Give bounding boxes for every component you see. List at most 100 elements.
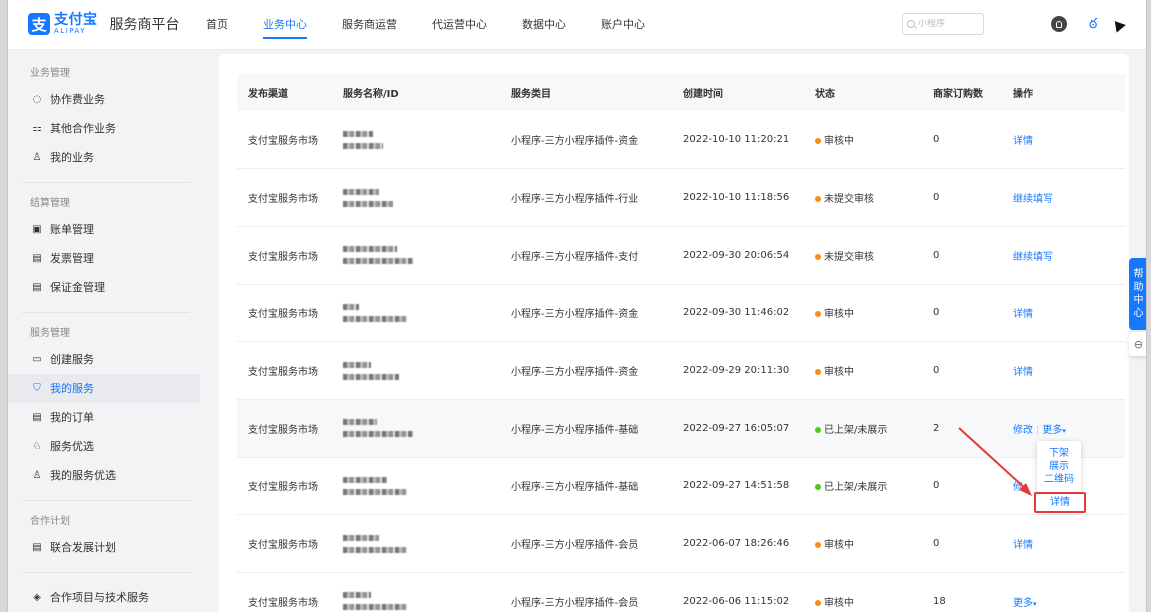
sidebar-item[interactable]: ♙ 我的业务 <box>8 143 200 172</box>
sidebar-item[interactable]: ▭ 创建服务 <box>8 345 200 374</box>
nav-item-0[interactable]: 首页 <box>206 0 228 50</box>
sidebar-item[interactable]: ◌ 协作费业务 <box>8 85 200 114</box>
channel-text: 支付宝服务市场 <box>248 482 318 494</box>
sidebar-item[interactable]: ⛉ 我的服务 <box>8 374 200 403</box>
sidebar-group-title: 业务管理 <box>30 68 70 79</box>
avatar-icon[interactable]: ఠ <box>1089 15 1109 33</box>
action-link[interactable]: 详情 <box>1013 540 1033 551</box>
sidebar-item[interactable]: ♙ 我的服务优选 <box>8 461 200 490</box>
cell-actions: 更多▾ <box>1002 572 1125 612</box>
cell-actions: 详情 <box>1002 111 1125 170</box>
status-dot-icon <box>815 542 821 549</box>
created-time: 2022-06-06 11:15:02 <box>683 595 790 607</box>
status-text: 未提交审核 <box>824 194 874 206</box>
nav-item-1[interactable]: 业务中心 <box>263 0 307 50</box>
cell-status: 未提交审核 <box>804 168 922 227</box>
category-text: 小程序-三方小程序插件-会员 <box>511 540 639 552</box>
help-center-button[interactable]: 帮助中心 <box>1129 258 1146 330</box>
sidebar-divider <box>22 500 190 501</box>
channel-text: 支付宝服务市场 <box>248 136 318 148</box>
column-header: 发布渠道 <box>237 74 332 111</box>
sidebar-item[interactable]: ▤ 保证金管理 <box>8 273 200 302</box>
sidebar-item-icon: ▤ <box>32 542 42 553</box>
services-table: 发布渠道 服务名称/ID 服务类目 创建时间 状态 商家订购数 操作 支付宝服务市场 小程序-… <box>237 74 1125 612</box>
cell-status: 审核中 <box>804 572 922 612</box>
help-secondary-icon[interactable]: ⊖ <box>1129 332 1146 356</box>
cell-service-name <box>332 226 500 285</box>
created-time: 2022-06-07 18:26:46 <box>683 538 790 550</box>
dropdown-item[interactable]: 下架 <box>1037 447 1081 460</box>
action-link[interactable]: 更多 <box>1013 598 1033 609</box>
sidebar-item[interactable]: ▤ 我的订单 <box>8 403 200 432</box>
sidebar-item[interactable]: ▣ 账单管理 <box>8 215 200 244</box>
nav-item-2[interactable]: 服务商运营 <box>342 0 397 50</box>
sidebar-item-label: 创建服务 <box>50 353 94 366</box>
action-link[interactable]: 更多 <box>1042 425 1062 436</box>
sidebar-divider <box>22 312 190 313</box>
channel-text: 支付宝服务市场 <box>248 597 318 609</box>
cell-actions: 继续填写 <box>1002 168 1125 227</box>
cell-category: 小程序-三方小程序插件-资金 <box>500 341 672 400</box>
search-input[interactable] <box>918 19 982 29</box>
created-time: 2022-09-27 14:51:58 <box>683 480 790 492</box>
nav-item-3[interactable]: 代运营中心 <box>432 0 487 50</box>
dropdown-item-detail[interactable]: 详情 <box>1034 492 1086 513</box>
sidebar-item-label: 合作项目与技术服务 <box>50 591 149 604</box>
action-link[interactable]: 修 <box>1013 482 1023 493</box>
chevron-down-icon[interactable]: ▾ <box>1033 600 1037 608</box>
dropdown-item[interactable]: 展示 <box>1037 460 1081 473</box>
cell-service-name <box>332 111 500 170</box>
action-separator: | <box>1036 424 1040 436</box>
sidebar-item[interactable]: ▤ 联合发展计划 <box>8 533 200 562</box>
sidebar-item[interactable]: ▤ 发票管理 <box>8 244 200 273</box>
sidebar-item-label: 我的订单 <box>50 411 94 424</box>
services-card: 发布渠道 服务名称/ID 服务类目 创建时间 状态 商家订购数 操作 支付宝服务市场 小程序-… <box>219 54 1129 612</box>
action-link[interactable]: 详情 <box>1013 309 1033 320</box>
cell-service-name <box>332 572 500 612</box>
action-link[interactable]: 继续填写 <box>1013 194 1053 205</box>
action-link[interactable]: 详情 <box>1013 136 1033 147</box>
notification-icon[interactable] <box>1051 16 1067 32</box>
table-row: 支付宝服务市场 小程序-三方小程序插件-基础 2022-09-27 16:05:07… <box>237 399 1125 458</box>
help-char: 心 <box>1133 308 1144 319</box>
cell-created: 2022-09-27 14:51:58 <box>672 457 804 516</box>
sidebar-item-partner[interactable]: ◈ 合作项目与技术服务 <box>8 583 200 612</box>
cell-actions: 详情 <box>1002 284 1125 343</box>
logo[interactable]: 支 支付宝 ALIPAY 服务商平台 <box>28 13 180 35</box>
action-link[interactable]: 继续填写 <box>1013 252 1053 263</box>
top-bar: 支 支付宝 ALIPAY 服务商平台 首页 业务中心 服务商运营 代运营中心 数据中心账… <box>8 0 1146 50</box>
table-row: 支付宝服务市场 小程序-三方小程序插件-会员 2022-06-07 18:26:46… <box>237 514 1125 573</box>
nav-item-4[interactable]: 数据中心 <box>522 0 566 50</box>
orders-count: 0 <box>933 192 940 204</box>
created-time: 2022-09-29 20:11:30 <box>683 365 790 377</box>
cell-status: 审核中 <box>804 514 922 573</box>
category-text: 小程序-三方小程序插件-资金 <box>511 136 639 148</box>
orders-count: 2 <box>933 422 940 434</box>
chevron-down-icon[interactable]: ▾ <box>1062 427 1066 435</box>
status-dot-icon <box>815 599 821 606</box>
status-dot-icon <box>815 311 821 318</box>
nav-item-5[interactable]: 账户中心 <box>601 0 645 50</box>
mouse-cursor-icon <box>1110 17 1126 33</box>
sidebar-item[interactable]: ♘ 服务优选 <box>8 432 200 461</box>
orders-count: 18 <box>933 595 946 607</box>
sidebar-item-icon: ♘ <box>32 441 42 452</box>
redacted-service-name <box>343 130 500 149</box>
redacted-service-name <box>343 188 500 207</box>
category-text: 小程序-三方小程序插件-支付 <box>511 251 639 263</box>
search-box[interactable] <box>902 13 984 35</box>
dropdown-item[interactable]: 二维码 <box>1037 473 1081 486</box>
cell-service-name <box>332 168 500 227</box>
cell-channel: 支付宝服务市场 <box>237 514 332 573</box>
created-time: 2022-09-30 11:46:02 <box>683 307 790 319</box>
sidebar-item[interactable]: ⚏ 其他合作业务 <box>8 114 200 143</box>
action-link[interactable]: 详情 <box>1013 367 1033 378</box>
search-icon <box>907 20 915 28</box>
app-window: 支 支付宝 ALIPAY 服务商平台 首页 业务中心 服务商运营 代运营中心 数据中心账… <box>7 0 1147 612</box>
cell-status: 未提交审核 <box>804 226 922 285</box>
table-body: 支付宝服务市场 小程序-三方小程序插件-资金 2022-10-10 11:20:21… <box>237 111 1125 612</box>
sidebar-item-label: 联合发展计划 <box>50 541 116 554</box>
orders-count: 0 <box>933 538 940 550</box>
redacted-service-name <box>343 246 500 265</box>
action-link[interactable]: 修改 <box>1013 425 1033 436</box>
